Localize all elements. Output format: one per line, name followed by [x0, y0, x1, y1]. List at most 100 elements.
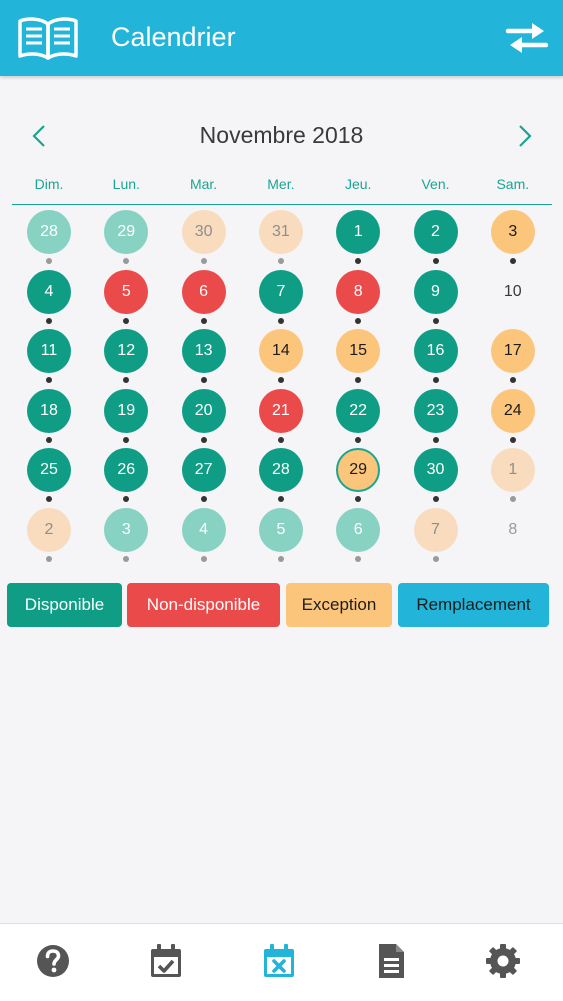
event-dot: [46, 556, 52, 562]
day-number: 11: [27, 329, 71, 374]
day-number: 27: [181, 448, 226, 493]
day-number: 2: [413, 210, 458, 254]
tab-documents[interactable]: [371, 941, 411, 981]
event-dot: [46, 377, 52, 384]
app-header: Calendrier: [0, 0, 563, 76]
weekday-label: Jeu.: [344, 176, 372, 192]
tab-calendar-unavailable[interactable]: [259, 941, 299, 981]
day-number: 23: [413, 388, 458, 433]
calendar-cross-icon: [264, 944, 294, 977]
calendar-day[interactable]: 19: [87, 388, 165, 447]
day-number: 4: [27, 269, 71, 314]
calendar-day[interactable]: 31: [242, 210, 320, 268]
open-book-icon: [18, 17, 78, 60]
event-dot: [432, 317, 439, 324]
calendar-day[interactable]: 8: [319, 269, 397, 328]
calendar-day[interactable]: 16: [397, 329, 475, 387]
event-dot: [509, 496, 516, 503]
day-number: 17: [490, 329, 535, 374]
weekday-label: Sam.: [496, 176, 530, 192]
chevron-right-icon[interactable]: [512, 122, 536, 150]
calendar-day[interactable]: 6: [319, 508, 397, 566]
calendar-day[interactable]: 15: [319, 329, 397, 387]
calendar-day[interactable]: 17: [474, 329, 552, 387]
calendar-day[interactable]: 29: [87, 210, 165, 268]
day-number: 4: [181, 508, 226, 552]
calendar-day[interactable]: 18: [10, 388, 88, 447]
weekday-label: Mer.: [267, 176, 295, 192]
calendar-day[interactable]: 4: [165, 508, 243, 566]
event-dot: [277, 258, 284, 264]
calendar-day[interactable]: 1: [474, 448, 552, 506]
event-dot: [355, 436, 362, 443]
swap-arrows-icon[interactable]: [504, 18, 550, 58]
calendar-day[interactable]: 7: [397, 508, 475, 566]
day-number: 9: [413, 269, 458, 314]
day-number: 7: [413, 508, 458, 552]
day-number: 5: [258, 508, 303, 552]
calendar-day[interactable]: 27: [165, 448, 243, 506]
weekday-label: Lun.: [112, 176, 140, 192]
calendar-day[interactable]: 4: [10, 269, 88, 328]
gear-icon: [486, 944, 520, 978]
help-icon: [37, 945, 69, 977]
calendar-day[interactable]: 7: [242, 269, 320, 328]
calendar-day[interactable]: 3: [87, 508, 165, 566]
calendar-day[interactable]: 20: [165, 388, 243, 447]
calendar-day[interactable]: 26: [87, 448, 165, 506]
calendar-day[interactable]: 14: [242, 329, 320, 387]
event-dot: [123, 556, 130, 562]
event-dot: [355, 496, 362, 503]
calendar-day[interactable]: 13: [165, 329, 243, 387]
calendar-day[interactable]: 3: [474, 210, 552, 268]
event-dot: [200, 556, 207, 562]
tab-help[interactable]: [33, 941, 73, 981]
day-number: 31: [258, 210, 303, 254]
calendar-day[interactable]: 28: [242, 448, 320, 506]
calendar-day[interactable]: 10: [474, 270, 552, 328]
calendar-day[interactable]: 12: [87, 329, 165, 387]
tab-settings[interactable]: [483, 941, 523, 981]
calendar-check-icon: [151, 944, 181, 977]
event-dot: [123, 496, 130, 503]
calendar-day[interactable]: 5: [242, 508, 320, 566]
calendar-day[interactable]: 29: [319, 448, 397, 506]
event-dot: [355, 377, 362, 384]
event-dot: [432, 496, 439, 503]
calendar-day[interactable]: 22: [319, 388, 397, 447]
calendar-day[interactable]: 24: [474, 388, 552, 447]
day-number: 20: [181, 388, 226, 433]
event-dot: [277, 496, 284, 503]
event-dot: [46, 436, 52, 443]
calendar-day[interactable]: 6: [165, 269, 243, 328]
calendar-day[interactable]: 11: [10, 329, 88, 387]
legend-exception: Exception: [286, 583, 392, 627]
bottom-tab-bar: [0, 923, 563, 1001]
day-number: 13: [181, 329, 226, 374]
day-number: 6: [336, 508, 381, 552]
event-dot: [277, 377, 284, 384]
month-header: Novembre 2018: [0, 110, 563, 162]
calendar-day[interactable]: 28: [10, 210, 88, 268]
calendar-day[interactable]: 1: [319, 210, 397, 268]
tab-calendar-check[interactable]: [146, 941, 186, 981]
calendar-day[interactable]: 2: [397, 210, 475, 268]
calendar-day[interactable]: 8: [474, 508, 552, 566]
event-dot: [200, 258, 207, 264]
calendar-day[interactable]: 25: [10, 448, 88, 506]
day-number: 2: [27, 508, 71, 552]
calendar-day[interactable]: 2: [10, 508, 88, 566]
calendar-day[interactable]: 30: [165, 210, 243, 268]
day-number: 14: [258, 329, 303, 374]
event-dot: [509, 377, 516, 384]
event-dot: [46, 496, 52, 503]
day-number: 25: [27, 448, 71, 493]
calendar-day[interactable]: 21: [242, 388, 320, 447]
event-dot: [200, 496, 207, 503]
calendar-day[interactable]: 30: [397, 448, 475, 506]
day-number: 6: [181, 269, 226, 314]
calendar-day[interactable]: 23: [397, 388, 475, 447]
calendar-day[interactable]: 5: [87, 269, 165, 328]
calendar-day[interactable]: 9: [397, 269, 475, 328]
event-dot: [355, 556, 362, 562]
